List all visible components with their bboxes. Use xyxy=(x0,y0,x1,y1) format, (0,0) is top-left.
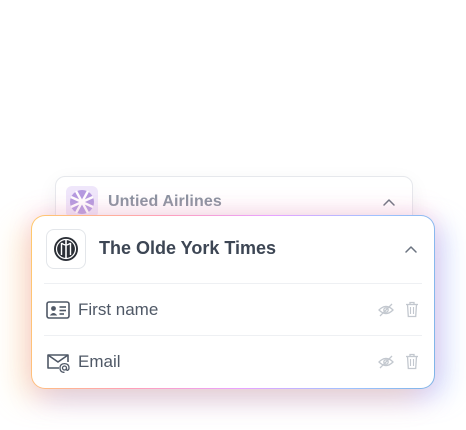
account-card-olde-york-times: The Olde York Times First name Email xyxy=(32,216,434,388)
chevron-up-icon[interactable] xyxy=(382,196,396,210)
trash-icon[interactable] xyxy=(405,353,419,370)
untied-airlines-logo-icon xyxy=(66,186,98,218)
field-label-first-name: First name xyxy=(78,300,159,319)
untied-airlines-title: Untied Airlines xyxy=(108,193,222,210)
divider xyxy=(44,335,422,336)
olde-york-times-logo-icon xyxy=(46,229,86,269)
divider xyxy=(44,283,422,284)
field-row-email[interactable]: Email xyxy=(32,342,434,382)
collapse-chevron-icon[interactable] xyxy=(403,242,419,258)
envelope-at-icon xyxy=(46,351,70,374)
eye-slash-icon[interactable] xyxy=(378,303,394,317)
olde-york-times-title: The Olde York Times xyxy=(99,238,277,258)
field-label-email: Email xyxy=(78,352,121,371)
trash-icon[interactable] xyxy=(405,301,419,318)
field-row-first-name[interactable]: First name xyxy=(32,290,434,330)
eye-slash-icon[interactable] xyxy=(378,355,394,369)
id-card-icon xyxy=(46,299,70,321)
